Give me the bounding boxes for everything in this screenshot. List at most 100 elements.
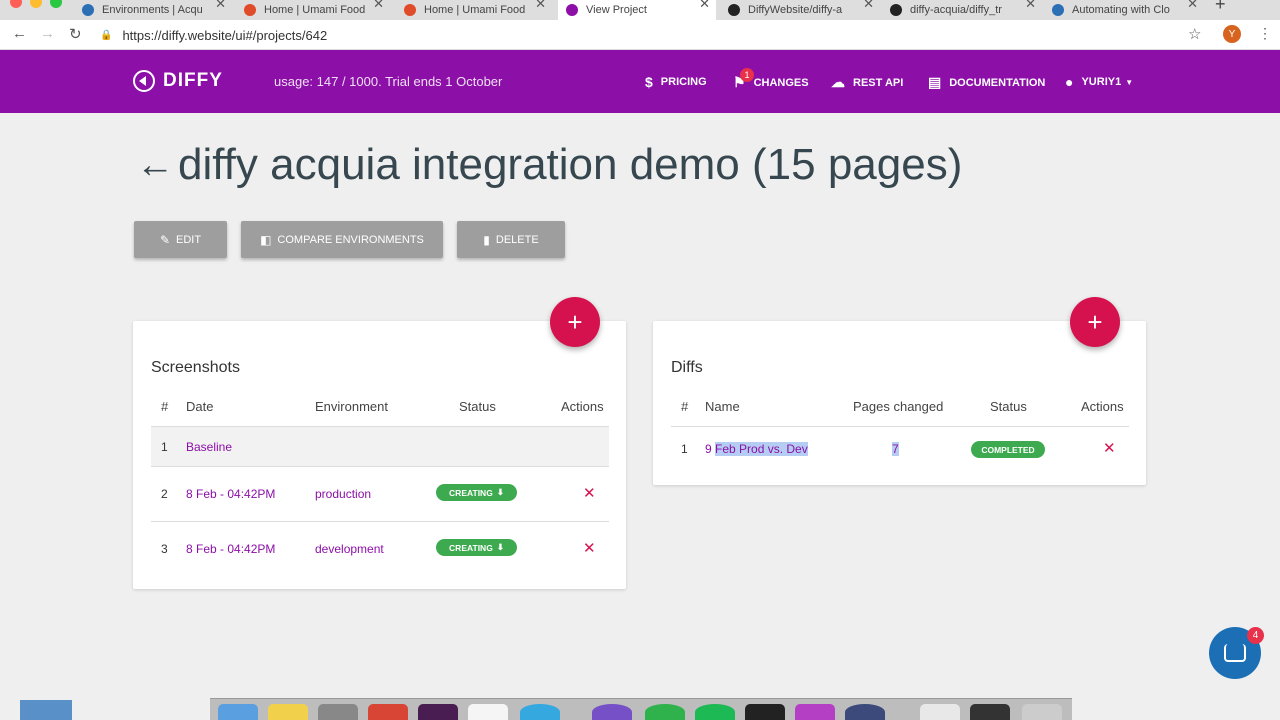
status-badge[interactable]: CREATING ⬇ [436, 484, 517, 501]
delete-row-icon[interactable]: ✕ [1103, 439, 1116, 457]
document-icon[interactable] [920, 704, 960, 720]
nav-documentation[interactable]: ▤ DOCUMENTATION [928, 74, 1045, 91]
evernote-icon[interactable] [645, 704, 685, 720]
nav-changes-label: CHANGES [753, 76, 809, 89]
close-window-button[interactable] [10, 0, 22, 8]
diffy-logo[interactable]: DIFFY [133, 70, 223, 92]
new-tab-button[interactable]: + [1215, 0, 1226, 15]
download-icon: ⬇ [496, 542, 504, 552]
status-badge[interactable]: CREATING ⬇ [436, 539, 517, 556]
finder-icon[interactable] [218, 704, 258, 720]
pencil-icon: ✎ [159, 232, 170, 247]
nav-rest-api[interactable]: ☁ REST API [831, 74, 903, 91]
trash-icon: ▮ [483, 232, 490, 247]
chrome-icon[interactable] [368, 704, 408, 720]
add-screenshot-button[interactable]: + [550, 297, 600, 347]
terminal-icon[interactable] [745, 704, 785, 720]
environment-link[interactable]: development [315, 542, 384, 556]
trash-bin-icon[interactable] [1022, 704, 1062, 720]
edit-button[interactable]: ✎ EDIT [134, 221, 227, 258]
safari-icon[interactable] [520, 704, 560, 720]
zoom-window-button[interactable] [50, 0, 62, 8]
pages-changed-link[interactable]: 7 [892, 442, 899, 456]
delete-row-icon[interactable]: ✕ [583, 484, 596, 502]
delete-row-icon[interactable]: ✕ [583, 539, 596, 557]
address-bar-row: ← → ↻ 🔒 https://diffy.website/ui#/projec… [0, 20, 1280, 50]
nav-documentation-label: DOCUMENTATION [949, 76, 1046, 89]
app-header: DIFFY usage: 147 / 1000. Trial ends 1 Oc… [0, 50, 1280, 113]
reload-icon[interactable]: ↻ [69, 25, 82, 43]
back-icon[interactable]: ← [12, 25, 27, 42]
diff-name-prefix: 9 [705, 442, 712, 456]
browser-tab[interactable]: Home | Umami Food ✕ [240, 0, 390, 20]
delete-button-label: DELETE [495, 233, 539, 246]
browser-menu-icon[interactable]: ⋮ [1258, 25, 1272, 42]
screenshot-date-link[interactable]: 8 Feb - 04:42PM [186, 542, 275, 556]
close-tab-icon[interactable]: ✕ [373, 0, 384, 12]
pages-changed-value: 7 [892, 442, 899, 456]
environment-link[interactable]: production [315, 487, 371, 501]
column-header-environment: Environment [315, 399, 388, 414]
notes-icon[interactable] [268, 704, 308, 720]
chat-icon [1224, 644, 1246, 662]
close-tab-icon[interactable]: ✕ [1187, 0, 1198, 12]
diff-name-link[interactable]: 9 Feb Prod vs. Dev [705, 442, 808, 456]
nav-user-menu[interactable]: ● YURIY1 ▼ [1065, 74, 1133, 90]
back-arrow-icon[interactable]: ← [136, 144, 174, 187]
browser-tab[interactable]: diffy-acquia/diffy_tr ✕ [886, 0, 1042, 20]
column-header-name: Name [705, 399, 740, 414]
calendar-icon[interactable] [468, 704, 508, 720]
column-header-status: Status [459, 399, 496, 414]
column-header-date: Date [186, 399, 214, 414]
browser-tab[interactable]: DiffyWebsite/diffy-a ✕ [724, 0, 880, 20]
browser-tab[interactable]: Environments | Acqu ✕ [80, 0, 232, 20]
forward-icon[interactable]: → [40, 25, 55, 42]
add-diff-button[interactable]: + [1070, 297, 1120, 347]
delete-button[interactable]: ▮ DELETE [457, 221, 565, 258]
browser-tab[interactable]: Home | Umami Food ✕ [400, 0, 552, 20]
url-field[interactable]: 🔒 https://diffy.website/ui#/projects/642 [100, 24, 1210, 46]
close-tab-icon[interactable]: ✕ [1025, 0, 1036, 12]
desktop-strip [20, 700, 72, 720]
lock-icon: 🔒 [100, 29, 113, 41]
tab-favicon-icon [566, 4, 578, 16]
row-num: 1 [681, 442, 688, 456]
system-preferences-icon[interactable] [318, 704, 358, 720]
nav-rest-api-label: REST API [853, 76, 904, 89]
url-text: https://diffy.website/ui#/projects/642 [122, 27, 328, 43]
screenshot-date-link[interactable]: 8 Feb - 04:42PM [186, 487, 275, 501]
baseline-link[interactable]: Baseline [186, 440, 232, 454]
nav-pricing-label: PRICING [660, 76, 707, 88]
bookmark-star-icon[interactable]: ☆ [1188, 25, 1201, 43]
status-badge-label: CREATING [449, 542, 493, 553]
status-badge[interactable]: COMPLETED [971, 441, 1045, 458]
dollar-icon: $ [645, 74, 653, 90]
nav-user-label: YURIY1 [1081, 76, 1122, 88]
divider [671, 426, 1129, 427]
viber-icon[interactable] [592, 704, 632, 720]
close-tab-icon[interactable]: ✕ [863, 0, 874, 12]
column-header-num: # [161, 399, 169, 414]
close-tab-icon[interactable]: ✕ [699, 0, 710, 12]
close-tab-icon[interactable]: ✕ [215, 0, 226, 12]
github-icon [728, 4, 740, 16]
browser-tab-active[interactable]: View Project ✕ [558, 0, 716, 20]
page-title: diffy acquia integration demo (15 pages) [178, 140, 963, 189]
profile-avatar[interactable]: Y [1223, 25, 1241, 43]
github-icon [890, 4, 902, 16]
column-header-num: # [681, 399, 689, 414]
spotify-icon[interactable] [695, 704, 735, 720]
compare-environments-button[interactable]: ◧ COMPARE ENVIRONMENTS [241, 221, 443, 258]
nav-pricing[interactable]: $ PRICING [645, 74, 707, 90]
browser-tab[interactable]: Automating with Clo ✕ [1048, 0, 1204, 20]
screen-icon[interactable] [970, 704, 1010, 720]
minimize-window-button[interactable] [30, 0, 42, 8]
app-icon[interactable] [845, 704, 885, 720]
close-tab-icon[interactable]: ✕ [535, 0, 546, 12]
column-header-actions: Actions [1081, 399, 1124, 414]
logo-text: DIFFY [163, 70, 223, 91]
slack-icon[interactable] [418, 704, 458, 720]
phpstorm-icon[interactable] [795, 704, 835, 720]
divider [151, 466, 609, 467]
diffs-title: Diffs [671, 359, 703, 376]
